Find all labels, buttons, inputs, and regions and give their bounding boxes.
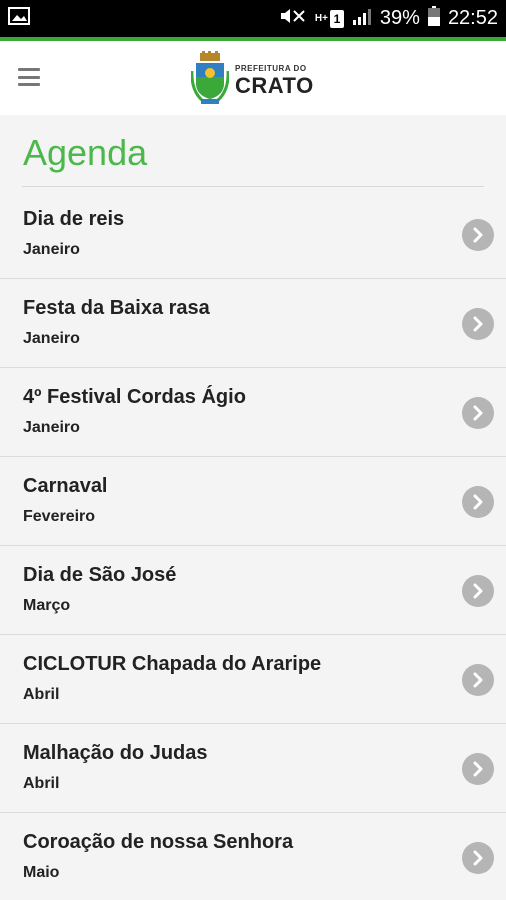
chevron-right-icon[interactable] — [462, 486, 494, 518]
event-name: Carnaval — [23, 475, 108, 497]
mute-icon — [279, 6, 307, 32]
event-month: Janeiro — [23, 241, 80, 258]
event-month: Abril — [23, 686, 60, 703]
battery-percent: 39% — [379, 7, 420, 29]
menu-icon[interactable] — [18, 68, 40, 86]
event-month: Abril — [23, 775, 60, 792]
list-item[interactable]: Coroação de nossa Senhora Maio — [0, 813, 506, 900]
chevron-right-icon[interactable] — [462, 397, 494, 429]
event-month: Março — [23, 597, 71, 614]
app-header: PREFEITURA DO CRATO — [0, 41, 506, 115]
chevron-right-icon[interactable] — [462, 664, 494, 696]
logo-subtitle: PREFEITURA DO — [235, 63, 307, 73]
chevron-right-icon[interactable] — [462, 308, 494, 340]
event-list: Dia de reis Janeiro Festa da Baixa rasa … — [0, 190, 506, 900]
clock: 22:52 — [447, 7, 498, 29]
chevron-right-icon[interactable] — [462, 842, 494, 874]
event-name: 4º Festival Cordas Ágio — [23, 386, 246, 408]
gallery-icon — [8, 6, 30, 31]
event-name: Malhação do Judas — [23, 742, 208, 764]
logo-title: CRATO — [235, 72, 314, 98]
list-item[interactable]: Festa da Baixa rasa Janeiro — [0, 279, 506, 368]
chevron-right-icon[interactable] — [462, 219, 494, 251]
list-item[interactable]: Carnaval Fevereiro — [0, 457, 506, 546]
event-name: Dia de reis — [23, 208, 125, 230]
list-item[interactable]: 4º Festival Cordas Ágio Janeiro — [0, 368, 506, 457]
page-title: Agenda — [23, 132, 148, 173]
event-month: Fevereiro — [23, 508, 96, 525]
event-name: Coroação de nossa Senhora — [23, 831, 294, 853]
chevron-right-icon[interactable] — [462, 753, 494, 785]
status-bar: H+ 1 39% 22:52 — [0, 0, 506, 37]
list-item[interactable]: Malhação do Judas Abril — [0, 724, 506, 813]
logo: PREFEITURA DO CRATO — [190, 51, 314, 110]
event-name: Festa da Baixa rasa — [23, 297, 210, 319]
battery-icon — [427, 5, 440, 32]
list-item[interactable]: Dia de reis Janeiro — [0, 190, 506, 279]
event-month: Janeiro — [23, 330, 80, 347]
network-type-icon: H+ 1 — [315, 9, 344, 28]
list-item[interactable]: Dia de São José Março — [0, 546, 506, 635]
divider — [22, 186, 484, 187]
event-month: Maio — [23, 864, 60, 881]
event-name: Dia de São José — [23, 564, 177, 586]
sim-icon: 1 — [329, 9, 344, 28]
coat-of-arms-icon — [190, 51, 230, 110]
event-month: Janeiro — [23, 419, 80, 436]
list-item[interactable]: CICLOTUR Chapada do Araripe Abril — [0, 635, 506, 724]
chevron-right-icon[interactable] — [462, 575, 494, 607]
event-name: CICLOTUR Chapada do Araripe — [23, 653, 322, 675]
signal-icon — [352, 7, 372, 31]
